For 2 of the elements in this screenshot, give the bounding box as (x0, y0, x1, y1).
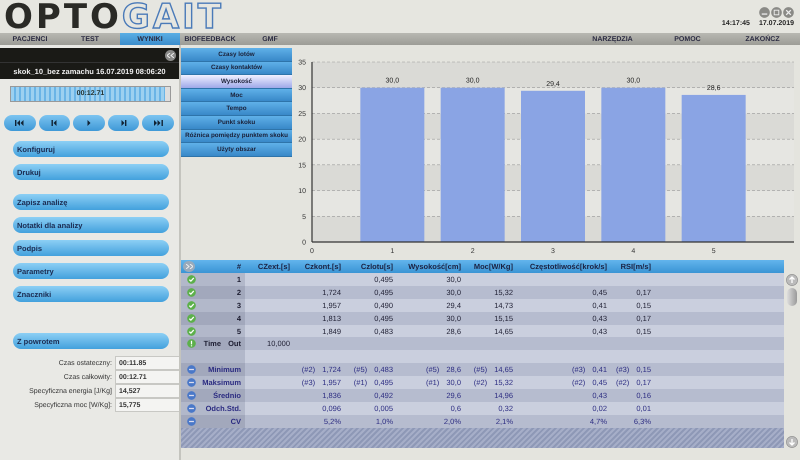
logo-text: GAIT (122, 2, 224, 32)
logo-text: OPTO (4, 2, 122, 32)
